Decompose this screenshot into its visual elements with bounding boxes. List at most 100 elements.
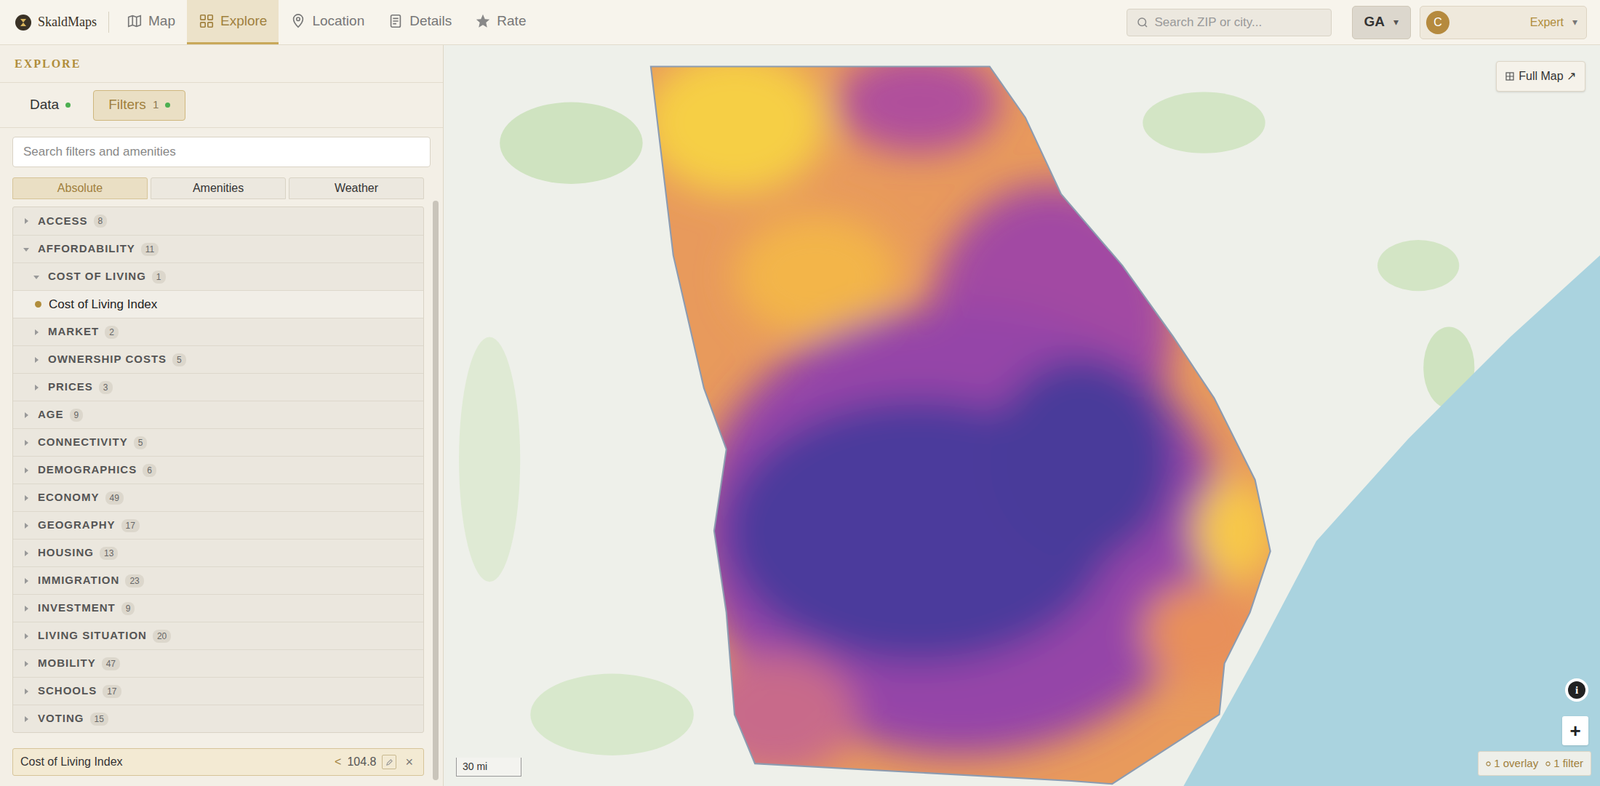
category-label: PRICES: [48, 378, 94, 396]
category-label: IMMIGRATION: [37, 572, 120, 590]
nav-label: Details: [409, 10, 452, 32]
count-badge: 5: [133, 436, 148, 450]
logo[interactable]: SkaldMaps: [0, 0, 109, 45]
nav-tab[interactable]: Details: [376, 0, 464, 45]
category-label: SCHOOLS: [37, 682, 97, 700]
sidebar: EXPLOREDataFilters1AbsoluteAmenitiesWeat…: [0, 45, 444, 786]
subtab[interactable]: Amenities: [150, 177, 286, 200]
tree-category[interactable]: LIVING SITUATION20: [13, 621, 424, 650]
nav-tab[interactable]: Location: [278, 0, 376, 45]
collapsed-arrow-icon: [23, 578, 30, 584]
map[interactable]: Full Map ↗30 mii+1 overlay1 filter: [443, 45, 1600, 786]
count-badge: 11: [141, 242, 159, 256]
collapsed-arrow-icon: [23, 522, 30, 529]
nav-label: Map: [148, 10, 176, 32]
collapsed-arrow-icon: [23, 440, 30, 446]
nav-label: Location: [312, 10, 365, 32]
count-badge: 49: [105, 491, 124, 505]
nav-label: Explore: [220, 10, 267, 32]
collapsed-arrow-icon: [23, 467, 30, 474]
caret: ▾: [1393, 14, 1399, 30]
collapsed-arrow-icon: [23, 412, 30, 419]
count-badge: 9: [121, 602, 136, 616]
filter-label: Cost of Living Index: [20, 753, 329, 771]
tree-category[interactable]: AGE9: [13, 400, 424, 429]
category-label: AFFORDABILITY: [37, 240, 136, 258]
tree-group[interactable]: COST OF LIVING1: [13, 262, 424, 291]
zoom-in-button[interactable]: +: [1562, 716, 1589, 746]
tree-category[interactable]: DEMOGRAPHICS6: [13, 456, 424, 484]
filter-count: 1 filter: [1553, 755, 1584, 773]
logo-icon: [14, 13, 32, 32]
filter-tree: ACCESS 8 AFFORDABILITY 11 COST OF LIVING1 Cos…: [12, 206, 424, 734]
status-dot: [165, 102, 171, 108]
category-label: COST OF LIVING: [48, 268, 147, 286]
nav-tab[interactable]: Explore: [186, 0, 279, 45]
subtab[interactable]: Weather: [288, 177, 424, 200]
count-badge: 13: [99, 546, 118, 560]
info-button[interactable]: i: [1565, 678, 1589, 702]
nav-tab[interactable]: Map: [114, 0, 187, 45]
caret: ▾: [1572, 14, 1578, 30]
tree-category[interactable]: ACCESS 8: [13, 207, 424, 235]
nav-tab[interactable]: Rate: [463, 0, 538, 45]
tree-group[interactable]: OWNERSHIP COSTS5: [13, 345, 424, 374]
collapsed-arrow-icon: [33, 357, 40, 363]
scale-bar: 30 mi: [456, 757, 522, 777]
user-role: Expert: [1530, 13, 1564, 32]
count-badge: 17: [121, 519, 140, 533]
filter-icon: [1545, 761, 1551, 767]
subtab[interactable]: Absolute: [12, 177, 148, 200]
panel-tab[interactable]: Filters1: [93, 90, 186, 121]
collapsed-arrow-icon: [33, 329, 40, 336]
tree-category[interactable]: HOUSING 13: [13, 538, 424, 567]
expanded-arrow-icon: [23, 246, 30, 253]
panel-tab[interactable]: Data: [14, 90, 86, 121]
tree-category[interactable]: CONNECTIVITY 5: [13, 428, 424, 456]
subtab-label: Weather: [334, 179, 379, 198]
edit-button[interactable]: [381, 754, 397, 770]
filter-search[interactable]: [12, 136, 431, 168]
tree-category[interactable]: ECONOMY49: [13, 483, 424, 512]
user-menu[interactable]: CExpert▾: [1419, 5, 1587, 40]
tab-label: Data: [29, 94, 59, 116]
tree-category[interactable]: VOTING15: [13, 704, 424, 733]
collapsed-arrow-icon: [23, 218, 30, 224]
full-map-label: Full Map ↗: [1518, 67, 1576, 86]
nav-label: Rate: [496, 10, 526, 32]
grid-icon: [1505, 72, 1515, 81]
full-map-button[interactable]: Full Map ↗: [1496, 61, 1586, 92]
remove-button[interactable]: ×: [402, 752, 416, 773]
active-filter[interactable]: Cost of Living Index<104.8×: [12, 748, 424, 776]
tree-category[interactable]: SCHOOLS17: [13, 677, 424, 705]
scrollbar[interactable]: [432, 174, 440, 786]
category-label: HOUSING: [37, 544, 94, 562]
tree-category[interactable]: IMMIGRATION23: [13, 566, 424, 595]
tree-group[interactable]: PRICES3: [13, 373, 424, 401]
category-label: MARKET: [48, 323, 99, 341]
category-label: LIVING SITUATION: [37, 627, 147, 645]
document-icon: [387, 13, 404, 30]
tree-group[interactable]: MARKET2: [13, 317, 424, 346]
map-canvas[interactable]: [443, 45, 1600, 786]
tree-category[interactable]: INVESTMENT9: [13, 594, 424, 622]
state-selector[interactable]: GA▾: [1352, 5, 1412, 40]
category-label: VOTING: [37, 710, 85, 728]
subtab-label: Absolute: [57, 179, 103, 198]
subtab-label: Amenities: [192, 179, 244, 198]
collapsed-arrow-icon: [33, 384, 40, 391]
category-label: CONNECTIVITY: [37, 434, 128, 451]
category-label: ACCESS: [37, 213, 88, 230]
tree-category[interactable]: GEOGRAPHY 17: [13, 511, 424, 539]
search-icon: [1136, 16, 1150, 30]
search-field[interactable]: [1126, 8, 1332, 37]
top-bar: SkaldMaps Map Explore Location Details Rate GA…: [0, 0, 1600, 46]
tree-category[interactable]: AFFORDABILITY 11: [13, 234, 424, 263]
leaf-label: Cost of Living Index: [48, 295, 158, 315]
tree-leaf[interactable]: Cost of Living Index: [13, 290, 424, 318]
search-input[interactable]: [1154, 13, 1323, 32]
count-badge: 8: [93, 214, 108, 228]
tree-category[interactable]: MOBILITY47: [13, 649, 424, 678]
collapsed-arrow-icon: [23, 550, 30, 557]
category-label: GEOGRAPHY: [37, 517, 116, 534]
